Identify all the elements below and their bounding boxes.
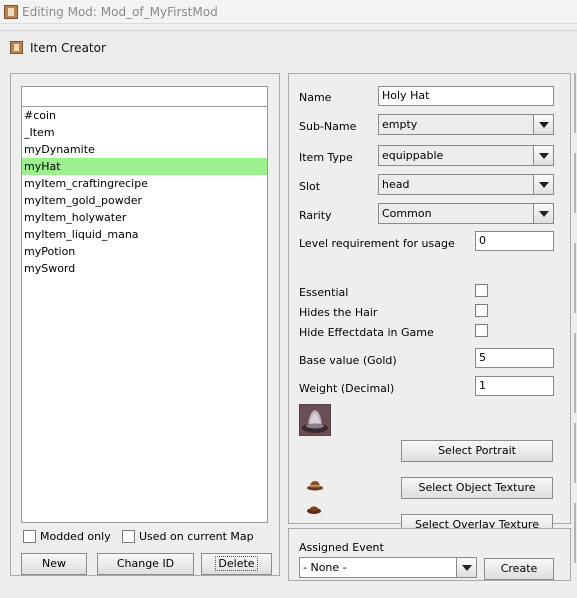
slot-value: head (382, 178, 410, 191)
rarity-value: Common (382, 207, 432, 220)
new-button[interactable]: New (21, 553, 87, 575)
chevron-down-icon[interactable] (533, 115, 553, 134)
list-item[interactable]: myDynamite (22, 141, 267, 158)
hide-effect-label: Hide Effectdata in Game (299, 326, 434, 339)
edge-divider (574, 503, 576, 563)
item-type-value: equippable (382, 149, 444, 162)
used-on-map-label: Used on current Map (139, 530, 254, 543)
level-req-input[interactable]: 0 (475, 231, 554, 251)
select-object-texture-button[interactable]: Select Object Texture (401, 477, 553, 499)
create-event-button[interactable]: Create (484, 558, 554, 580)
edge-divider (574, 423, 576, 483)
hat-icon (307, 481, 323, 491)
base-value-input[interactable]: 5 (475, 348, 554, 368)
window-title: Editing Mod: Mod_of_MyFirstMod (22, 5, 218, 19)
subname-value: empty (382, 118, 418, 131)
item-creator-dialog: Item Creator #coin _Item myDynamite myHat my… (0, 30, 577, 598)
hat-overlay-icon (307, 506, 321, 514)
edge-divider (574, 333, 576, 413)
hides-hair-checkbox[interactable] (475, 304, 488, 317)
delete-button-label: Delete (215, 556, 258, 571)
list-item[interactable]: mySword (22, 260, 267, 277)
chevron-down-icon[interactable] (533, 175, 553, 194)
used-on-map-checkbox[interactable] (122, 530, 135, 543)
item-properties-panel: Name Holy Hat Sub-Name empty Item Type e… (288, 73, 571, 536)
name-label: Name (299, 91, 332, 104)
slot-select[interactable]: head (378, 174, 554, 195)
list-item[interactable]: myItem_gold_powder (22, 192, 267, 209)
name-input[interactable]: Holy Hat (378, 86, 554, 106)
portrait-preview (299, 404, 331, 436)
hides-hair-label: Hides the Hair (299, 306, 378, 319)
subname-select[interactable]: empty (378, 114, 554, 135)
essential-label: Essential (299, 286, 349, 299)
select-portrait-button[interactable]: Select Portrait (401, 440, 553, 462)
rarity-select[interactable]: Common (378, 203, 554, 224)
assigned-event-label: Assigned Event (299, 541, 384, 554)
rarity-label: Rarity (299, 209, 332, 222)
list-item[interactable]: myItem_craftingrecipe (22, 175, 267, 192)
list-item[interactable]: myItem_holywater (22, 209, 267, 226)
list-item[interactable]: myHat (22, 158, 267, 175)
chevron-down-icon[interactable] (533, 204, 553, 223)
weight-label: Weight (Decimal) (299, 382, 395, 395)
edge-divider (574, 153, 576, 213)
item-type-select[interactable]: equippable (378, 145, 554, 166)
slot-label: Slot (299, 180, 321, 193)
list-item[interactable]: _Item (22, 124, 267, 141)
list-item[interactable]: myPotion (22, 243, 267, 260)
modded-only-label: Modded only (40, 530, 111, 543)
app-icon (4, 5, 18, 19)
chevron-down-icon[interactable] (456, 558, 476, 577)
item-list[interactable]: #coin _Item myDynamite myHat myItem_crafting… (21, 107, 268, 523)
chevron-down-icon[interactable] (533, 146, 553, 165)
item-type-label: Item Type (299, 151, 353, 164)
dialog-titlebar: Item Creator (0, 31, 577, 63)
assigned-event-select[interactable]: - None - (299, 557, 477, 578)
list-item[interactable]: #coin (22, 107, 267, 124)
item-list-panel: #coin _Item myDynamite myHat myItem_crafting… (10, 73, 280, 576)
list-item[interactable]: myItem_liquid_mana (22, 226, 267, 243)
dialog-icon (10, 41, 23, 54)
base-value-label: Base value (Gold) (299, 354, 397, 367)
edge-divider (574, 243, 576, 313)
subname-label: Sub-Name (299, 120, 357, 133)
weight-input[interactable]: 1 (475, 376, 554, 396)
delete-button[interactable]: Delete (201, 553, 272, 575)
modded-only-checkbox[interactable] (23, 530, 36, 543)
essential-checkbox[interactable] (475, 284, 488, 297)
assigned-event-panel: Assigned Event - None - Create (288, 528, 571, 581)
window-titlebar: Editing Mod: Mod_of_MyFirstMod (0, 0, 577, 24)
level-req-label: Level requirement for usage (299, 237, 455, 250)
dialog-title: Item Creator (30, 41, 106, 55)
change-id-button[interactable]: Change ID (97, 553, 194, 575)
assigned-event-value: - None - (303, 561, 347, 574)
item-search-input[interactable] (21, 86, 268, 107)
hide-effect-checkbox[interactable] (475, 324, 488, 337)
edge-divider (574, 73, 576, 133)
